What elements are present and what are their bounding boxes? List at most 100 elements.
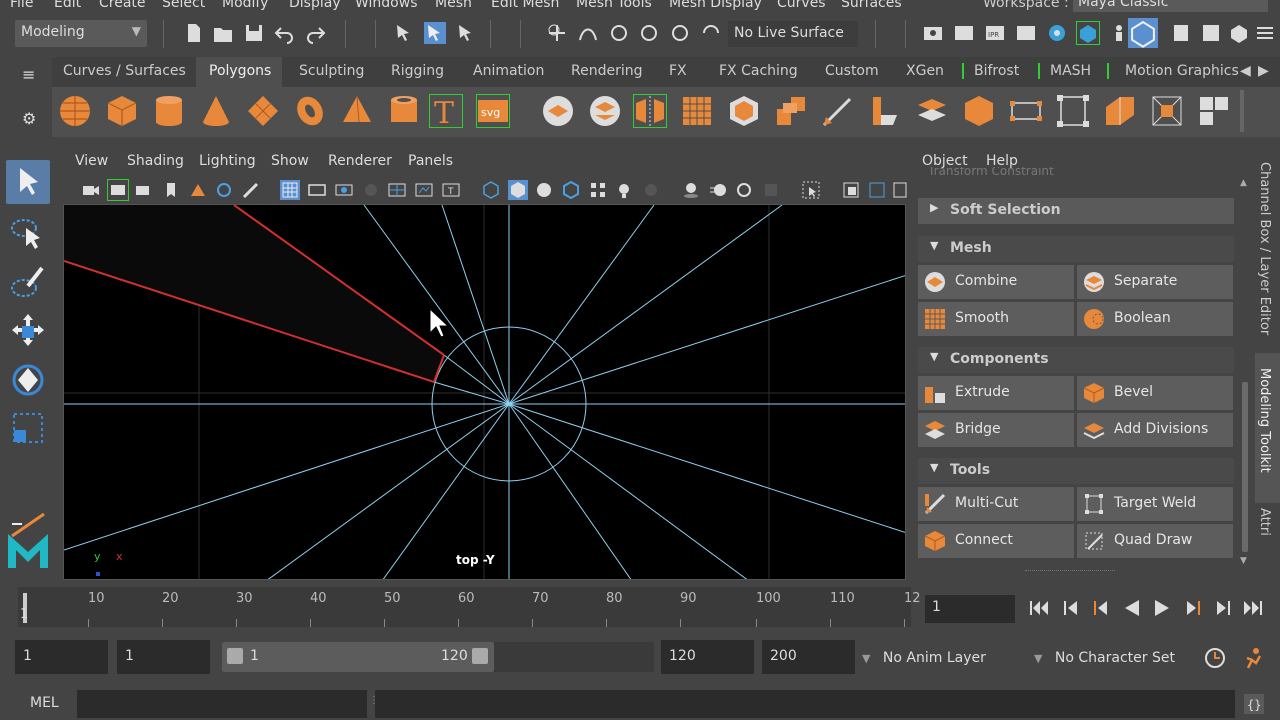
combine-icon[interactable] (540, 93, 576, 129)
mel-label[interactable]: MEL (30, 695, 59, 711)
cone-icon[interactable] (198, 93, 234, 129)
shelf-menu-icon[interactable]: ≡ (22, 65, 35, 84)
add-divisions-button[interactable]: Add Divisions (1077, 413, 1233, 447)
current-frame-field[interactable]: 1 (925, 595, 1015, 623)
extrude-icon[interactable] (773, 93, 809, 129)
menu-file[interactable]: File (10, 0, 33, 11)
outliner-icon[interactable] (1228, 22, 1250, 44)
step-forward-key-icon[interactable] (1180, 596, 1206, 620)
vp-menu-lighting[interactable]: Lighting (199, 153, 256, 169)
select-component-icon[interactable] (455, 22, 477, 44)
xray-components-icon[interactable] (891, 180, 911, 200)
bridge-button[interactable]: Bridge (918, 413, 1074, 447)
tab-animation[interactable]: Animation (473, 63, 544, 79)
tab-curves-surfaces[interactable]: Curves / Surfaces (63, 63, 186, 79)
bridge-icon[interactable] (867, 93, 903, 129)
time-slider-track[interactable]: 1 10 20 30 40 50 60 70 80 90 100 110 12 (18, 587, 921, 627)
tab-rigging[interactable]: Rigging (391, 63, 444, 79)
snap-grid-icon[interactable] (546, 22, 568, 44)
auto-key-icon[interactable] (1203, 646, 1227, 670)
attribute-editor-toggle-icon[interactable] (1128, 18, 1158, 48)
pipe-icon[interactable] (386, 93, 422, 129)
tab-motion-graphics[interactable]: Motion Graphics (1107, 63, 1239, 79)
rotate-tool-icon[interactable] (6, 358, 50, 402)
tab-custom[interactable]: Custom (825, 63, 879, 79)
connect-button[interactable]: Connect (918, 524, 1074, 558)
menu-windows[interactable]: Windows (355, 0, 418, 11)
render-frame-icon[interactable] (953, 22, 975, 44)
motion-blur-icon[interactable] (708, 180, 728, 200)
menu-create[interactable]: Create (99, 0, 146, 11)
field-chart-icon[interactable] (387, 180, 407, 200)
mirror-icon[interactable] (632, 93, 668, 129)
bevel-button[interactable]: Bevel (1077, 376, 1233, 410)
camera-select-icon[interactable] (81, 180, 101, 200)
vp-menu-panels[interactable]: Panels (408, 153, 453, 169)
section-tools[interactable]: ▼ Tools (918, 458, 1234, 484)
range-end-handle[interactable] (472, 648, 488, 664)
paint-select-tool-icon[interactable] (6, 262, 50, 306)
make-live-icon[interactable] (700, 22, 722, 44)
vp-menu-renderer[interactable]: Renderer (328, 153, 392, 169)
cube-icon[interactable] (104, 93, 140, 129)
film-gate-icon[interactable] (307, 180, 327, 200)
snap-curve-icon[interactable] (577, 22, 599, 44)
scrollbar-thumb[interactable] (1242, 382, 1248, 552)
animation-preferences-icon[interactable] (1242, 646, 1266, 670)
safe-title-icon[interactable]: T (441, 180, 461, 200)
cut-uv-icon[interactable] (1196, 93, 1232, 129)
smooth-shade-icon[interactable] (508, 180, 528, 200)
wireframe-icon[interactable] (481, 180, 501, 200)
menu-set-select[interactable]: Modeling ▼ (15, 20, 147, 47)
lights-icon[interactable] (614, 180, 634, 200)
animation-end-field[interactable]: 200 (762, 640, 855, 674)
menu-select[interactable]: Select (162, 0, 205, 11)
bookmark-icon[interactable] (161, 180, 181, 200)
open-scene-icon[interactable] (212, 22, 234, 44)
play-forwards-icon[interactable] (1149, 596, 1175, 620)
gate-mask-icon[interactable] (361, 180, 381, 200)
textured-icon[interactable] (588, 180, 608, 200)
xray-icon[interactable] (841, 180, 861, 200)
shadows-icon[interactable] (641, 180, 661, 200)
bevel-icon[interactable] (726, 93, 762, 129)
separate-icon[interactable] (587, 93, 623, 129)
tab-polygons[interactable]: Polygons (209, 63, 271, 79)
hypershade-icon[interactable] (1046, 22, 1068, 44)
cylinder-icon[interactable] (151, 93, 187, 129)
redo-icon[interactable] (305, 22, 327, 44)
type-icon[interactable]: T (428, 93, 464, 129)
tab-sculpting[interactable]: Sculpting (299, 63, 364, 79)
target-weld-button[interactable]: Target Weld (1077, 487, 1233, 521)
menu-modify[interactable]: Modify (222, 0, 268, 11)
range-slider-bar-fill[interactable]: 1 120 (222, 642, 494, 672)
extrude-button[interactable]: Extrude (918, 376, 1074, 410)
menu-mesh-display[interactable]: Mesh Display (669, 0, 762, 11)
tab-attribute-editor[interactable]: Attri (1257, 508, 1272, 536)
depth-of-field-icon[interactable] (761, 180, 781, 200)
tab-fx[interactable]: FX (669, 63, 687, 79)
tab-fx-caching[interactable]: FX Caching (719, 63, 798, 79)
plane-icon[interactable] (245, 93, 281, 129)
boolean-button[interactable]: Boolean (1077, 302, 1233, 336)
sphere-icon[interactable] (57, 93, 93, 129)
range-start-handle[interactable] (227, 648, 243, 664)
shelf-scrollbar[interactable] (1240, 90, 1244, 132)
tab-channel-box[interactable]: Channel Box / Layer Editor (1257, 162, 1272, 335)
step-back-frame-icon[interactable] (1058, 596, 1084, 620)
uv-icon[interactable] (1055, 93, 1091, 129)
character-controls-icon[interactable] (1108, 22, 1130, 44)
go-to-end-icon[interactable] (1240, 596, 1266, 620)
vp-menu-view[interactable]: View (75, 153, 108, 169)
panel-resize-grip[interactable] (1025, 570, 1115, 571)
select-tool-icon[interactable] (6, 160, 50, 204)
vp-menu-show[interactable]: Show (271, 153, 309, 169)
wireframe-on-shaded-icon[interactable] (561, 180, 581, 200)
step-back-key-icon[interactable] (1088, 596, 1114, 620)
anim-layer-dropdown[interactable]: ▼ No Anim Layer (862, 642, 1020, 676)
vp-menu-shading[interactable]: Shading (127, 153, 184, 169)
screen-space-ao-icon[interactable] (681, 180, 701, 200)
select-object-icon[interactable] (424, 22, 446, 44)
ipr-render-icon[interactable]: IPR (984, 22, 1006, 44)
go-to-start-icon[interactable] (1026, 596, 1052, 620)
